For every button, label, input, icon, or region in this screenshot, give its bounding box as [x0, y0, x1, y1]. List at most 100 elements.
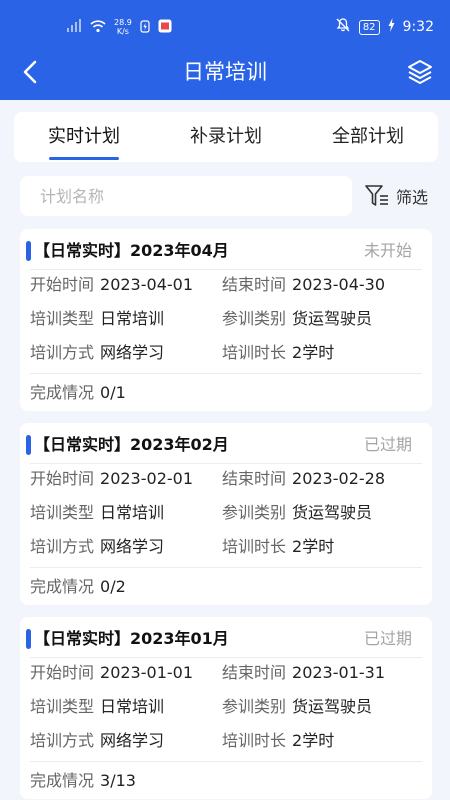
type-row: 培训类型 日常培训 参训类别 货运驾驶员: [30, 693, 430, 721]
method-row: 培训方式 网络学习 培训时长 2学时: [30, 727, 430, 755]
completion-label: 完成情况: [30, 383, 95, 402]
trainee-category: 参训类别 货运驾驶员: [222, 499, 372, 527]
plan-status: 未开始: [363, 241, 412, 260]
completion-value: 0/2: [100, 577, 126, 596]
nav-bar: 日常培训: [0, 46, 450, 100]
start-time-value: 2023-02-01: [100, 469, 193, 488]
training-method-value: 网络学习: [100, 537, 165, 556]
plan-card[interactable]: 【日常实时】2023年02月 已过期 开始时间 2023-02-01 结束时间 20…: [20, 423, 432, 605]
card-divider: [30, 657, 422, 658]
trainee-category-value: 货运驾驶员: [292, 697, 373, 716]
battery-charging-icon: [388, 18, 395, 36]
end-time: 结束时间 2023-02-28: [222, 465, 385, 493]
training-method: 培训方式 网络学习: [30, 339, 164, 367]
tab-label: 补录计划: [190, 126, 262, 147]
type-row: 培训类型 日常培训 参训类别 货运驾驶员: [30, 305, 430, 333]
training-type-value: 日常培训: [100, 503, 165, 522]
trainee-category-value: 货运驾驶员: [292, 503, 373, 522]
filter-icon: [365, 185, 388, 206]
completion-label: 完成情况: [30, 577, 95, 596]
network-speed: 28.9 K/s: [114, 18, 132, 36]
tab-label: 实时计划: [48, 126, 120, 147]
card-accent-bar: [26, 435, 31, 455]
training-method-value: 网络学习: [100, 731, 165, 750]
training-method-label: 培训方式: [30, 343, 95, 362]
trainee-category-value: 货运驾驶员: [292, 309, 373, 328]
completion: 完成情况 0/2: [30, 573, 126, 601]
card-accent-bar: [26, 241, 31, 261]
end-time-value: 2023-01-31: [292, 663, 385, 682]
network-speed-unit: K/s: [116, 27, 129, 36]
active-tab-indicator: [49, 157, 119, 160]
completion-value: 3/13: [100, 771, 136, 790]
trainee-category: 参训类别 货运驾驶员: [222, 693, 372, 721]
plan-card[interactable]: 【日常实时】2023年01月 已过期 开始时间 2023-01-01 结束时间 20…: [20, 617, 432, 799]
notification-app-icon: [158, 19, 172, 36]
page-title: 日常培训: [183, 60, 267, 84]
wifi-icon: [90, 19, 106, 36]
completion: 完成情况 0/1: [30, 379, 126, 407]
search-row: 筛选: [20, 176, 440, 216]
filter-label: 筛选: [396, 188, 429, 207]
completion-label: 完成情况: [30, 771, 95, 790]
start-time-label: 开始时间: [30, 469, 95, 488]
training-duration-label: 培训时长: [222, 343, 287, 362]
training-duration-value: 2学时: [292, 343, 335, 362]
training-type: 培训类型 日常培训: [30, 305, 164, 333]
start-time-label: 开始时间: [30, 663, 95, 682]
training-duration-label: 培训时长: [222, 537, 287, 556]
plan-title: 【日常实时】2023年01月: [34, 629, 229, 648]
type-row: 培训类型 日常培训 参训类别 货运驾驶员: [30, 499, 430, 527]
trainee-category-label: 参训类别: [222, 309, 287, 328]
start-time: 开始时间 2023-02-01: [30, 465, 193, 493]
status-bar: 28.9 K/s 82 9:32: [0, 0, 450, 46]
training-duration-value: 2学时: [292, 537, 335, 556]
training-duration: 培训时长 2学时: [222, 727, 334, 755]
training-type: 培训类型 日常培训: [30, 693, 164, 721]
completion-value: 0/1: [100, 383, 126, 402]
trainee-category: 参训类别 货运驾驶员: [222, 305, 372, 333]
tab-realtime-plan[interactable]: 实时计划: [14, 112, 154, 162]
card-divider: [30, 269, 422, 270]
tab-label: 全部计划: [332, 126, 404, 147]
layers-icon: [408, 60, 432, 84]
method-row: 培训方式 网络学习 培训时长 2学时: [30, 339, 430, 367]
start-time-value: 2023-01-01: [100, 663, 193, 682]
training-type-label: 培训类型: [30, 697, 95, 716]
plan-name-search-input[interactable]: [20, 176, 352, 216]
training-type: 培训类型 日常培训: [30, 499, 164, 527]
plan-status: 已过期: [363, 435, 412, 454]
plan-card[interactable]: 【日常实时】2023年04月 未开始 开始时间 2023-04-01 结束时间 20…: [20, 229, 432, 411]
plan-title: 【日常实时】2023年02月: [34, 435, 229, 454]
trainee-category-label: 参训类别: [222, 697, 287, 716]
training-type-label: 培训类型: [30, 503, 95, 522]
tab-supplement-plan[interactable]: 补录计划: [156, 112, 296, 162]
time-row: 开始时间 2023-01-01 结束时间 2023-01-31: [30, 659, 430, 687]
tab-all-plans[interactable]: 全部计划: [298, 112, 438, 162]
method-row: 培训方式 网络学习 培训时长 2学时: [30, 533, 430, 561]
card-divider: [30, 373, 422, 374]
end-time: 结束时间 2023-01-31: [222, 659, 385, 687]
start-time-label: 开始时间: [30, 275, 95, 294]
card-divider: [30, 463, 422, 464]
time-row: 开始时间 2023-02-01 结束时间 2023-02-28: [30, 465, 430, 493]
training-method-value: 网络学习: [100, 343, 165, 362]
layers-button[interactable]: [404, 56, 436, 88]
end-time: 结束时间 2023-04-30: [222, 271, 385, 299]
filter-button[interactable]: 筛选: [364, 176, 440, 216]
end-time-label: 结束时间: [222, 469, 287, 488]
plan-tabs: 实时计划 补录计划 全部计划: [14, 112, 438, 162]
training-duration-value: 2学时: [292, 731, 335, 750]
training-method-label: 培训方式: [30, 537, 95, 556]
start-time: 开始时间 2023-01-01: [30, 659, 193, 687]
training-type-label: 培训类型: [30, 309, 95, 328]
app-header: 28.9 K/s 82 9:32 日常培训: [0, 0, 450, 100]
mute-icon: [335, 17, 351, 37]
card-accent-bar: [26, 629, 31, 649]
network-speed-value: 28.9: [114, 18, 132, 27]
training-duration: 培训时长 2学时: [222, 339, 334, 367]
completion: 完成情况 3/13: [30, 767, 136, 795]
status-bar-left: 28.9 K/s: [66, 16, 172, 38]
battery-indicator: 82: [358, 19, 380, 35]
clock: 9:32: [402, 19, 434, 35]
